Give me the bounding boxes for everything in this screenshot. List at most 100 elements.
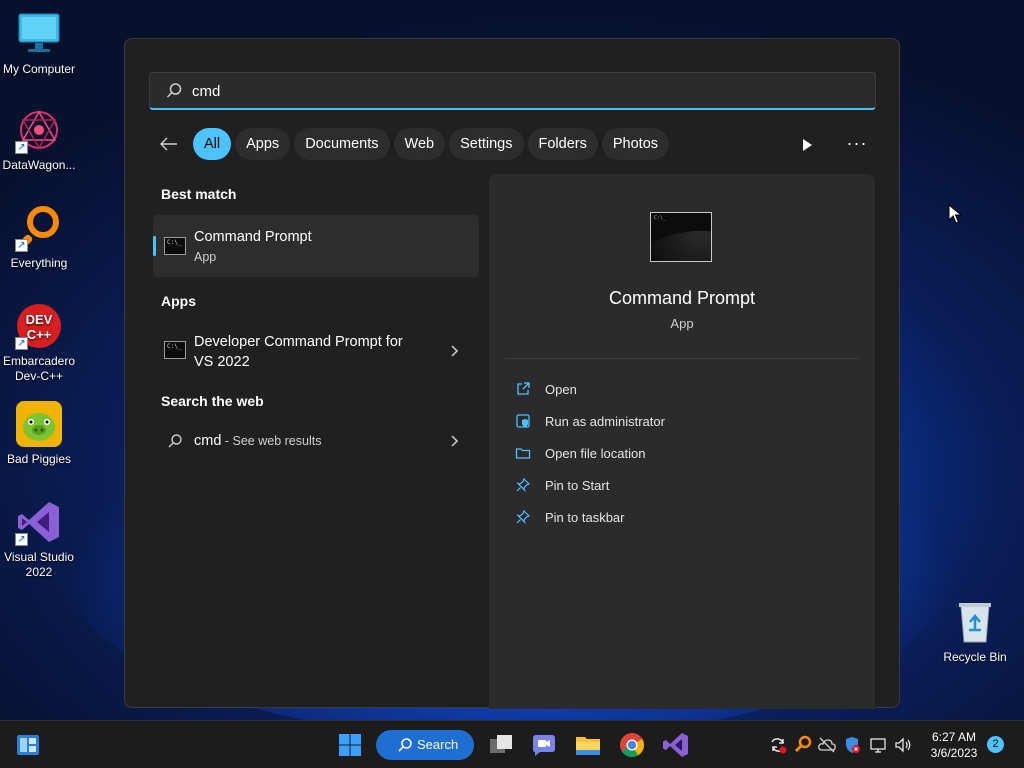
action-pin-to-start[interactable]: Pin to Start [515,474,845,498]
search-icon [398,738,412,752]
web-results-suffix: - See web results [221,434,322,448]
folder-icon [515,448,531,459]
datawagon-icon: ↗ [15,106,63,154]
desktop-icon-visual-studio[interactable]: ↗ Visual Studio 2022 [0,498,78,580]
play-button[interactable] [793,131,821,159]
apps-heading: Apps [161,293,196,309]
more-options-button[interactable]: ··· [843,131,871,159]
start-search-panel: All Apps Documents Web Settings Folders … [124,38,900,709]
svg-text:DEV: DEV [26,312,53,327]
shield-icon [516,414,530,428]
notification-badge[interactable]: 2 [987,736,1004,753]
pin-icon [516,477,531,492]
svg-text:C++: C++ [27,327,52,342]
chevron-right-icon[interactable] [447,344,461,358]
visual-studio-taskbar-button[interactable] [661,730,691,760]
windows-logo-icon [339,734,361,756]
desktop-icon-datawagon[interactable]: ↗ DataWagon... [0,106,78,173]
web-result[interactable]: cmd - See web results [153,424,479,458]
filter-web[interactable]: Web [393,128,446,160]
chat-icon [533,735,555,756]
search-icon [166,83,182,98]
action-label: Run as administrator [545,414,665,429]
desktop-icon-label: Bad Piggies [6,452,72,466]
shortcut-arrow-icon: ↗ [15,337,28,350]
clock-time: 6:27 AM [931,730,977,744]
task-view-icon [490,735,512,753]
shortcut-arrow-icon: ↗ [15,141,28,154]
action-label: Pin to taskbar [545,510,625,525]
search-icon [168,434,182,448]
search-input[interactable] [192,81,792,101]
desktop-icon-label: My Computer [2,62,76,76]
desktop-icon-everything[interactable]: ↗ Everything [0,204,78,271]
desktop-icon-label: Recycle Bin [943,650,1007,664]
recycle-bin-icon [951,598,999,646]
desktop-icon-devcpp[interactable]: DEV C++ ↗ Embarcadero Dev-C++ [0,302,78,384]
clock[interactable]: 6:27 AM 3/6/2023 [920,729,988,761]
action-label: Pin to Start [545,478,610,493]
result-subtitle: App [194,250,217,264]
best-match-heading: Best match [161,186,237,202]
desktop-icon-label: Visual Studio 2022 [4,550,74,579]
file-explorer-button[interactable] [573,730,603,760]
mouse-cursor-icon [948,204,962,224]
volume-icon[interactable] [893,735,913,755]
search-box[interactable] [149,72,876,110]
back-arrow-icon [160,137,177,151]
teams-chat-button[interactable] [529,730,559,760]
filter-bar: All Apps Documents Web Settings Folders … [149,128,673,160]
best-match-result[interactable]: Command Prompt App [153,215,479,277]
devcpp-icon: DEV C++ ↗ [15,302,63,350]
taskbar-search-button[interactable]: Search [376,730,474,760]
widgets-button[interactable] [13,730,43,760]
shortcut-arrow-icon: ↗ [15,533,28,546]
monitor-icon [15,10,63,58]
search-web-heading: Search the web [161,393,264,409]
chrome-icon [620,733,644,758]
onedrive-icon[interactable] [817,735,837,755]
action-pin-to-taskbar[interactable]: Pin to taskbar [515,506,845,530]
desktop-icon-my-computer[interactable]: My Computer [0,10,78,77]
command-prompt-large-icon [650,212,712,262]
web-query: cmd - See web results [194,431,321,451]
desktop-icon-recycle-bin[interactable]: Recycle Bin [936,598,1014,665]
action-open-file-location[interactable]: Open file location [515,442,845,466]
taskbar-search-label: Search [417,737,459,752]
visual-studio-icon [663,733,688,757]
filter-settings[interactable]: Settings [449,128,524,160]
action-label: Open [545,382,577,397]
magnifier-icon: ↗ [15,204,63,252]
filter-photos[interactable]: Photos [601,128,670,160]
divider [505,358,859,359]
visual-studio-icon: ↗ [15,498,63,546]
play-icon [803,139,812,151]
clock-date: 3/6/2023 [930,746,978,760]
filter-all[interactable]: All [193,128,232,160]
back-button[interactable] [149,128,189,160]
result-title-line1: Developer Command Prompt for [194,334,403,350]
start-button[interactable] [335,730,365,760]
filter-apps[interactable]: Apps [235,128,291,160]
open-icon [517,382,530,395]
shortcut-arrow-icon: ↗ [15,239,28,252]
app-result-dev-command-prompt[interactable]: Developer Command Prompt for VS 2022 [153,323,479,379]
chrome-button[interactable] [617,730,647,760]
action-open[interactable]: Open [515,378,845,402]
command-prompt-icon [164,237,186,255]
desktop-icon-label: DataWagon... [2,158,76,172]
command-prompt-icon [164,341,186,359]
ellipsis-icon: ··· [846,133,868,153]
action-run-as-admin[interactable]: Run as administrator [515,410,845,434]
desktop-icon-bad-piggies[interactable]: Bad Piggies [0,400,78,467]
everything-tray-icon[interactable] [793,735,813,755]
result-title: Command Prompt [194,229,312,245]
filter-documents[interactable]: Documents [294,128,390,160]
security-shield-icon[interactable] [842,735,862,755]
task-view-button[interactable] [486,730,516,760]
sync-icon[interactable] [768,735,788,755]
result-title-line2: VS 2022 [194,354,250,370]
filter-folders[interactable]: Folders [527,128,598,160]
chevron-right-icon[interactable] [447,434,461,448]
network-icon[interactable] [868,735,888,755]
